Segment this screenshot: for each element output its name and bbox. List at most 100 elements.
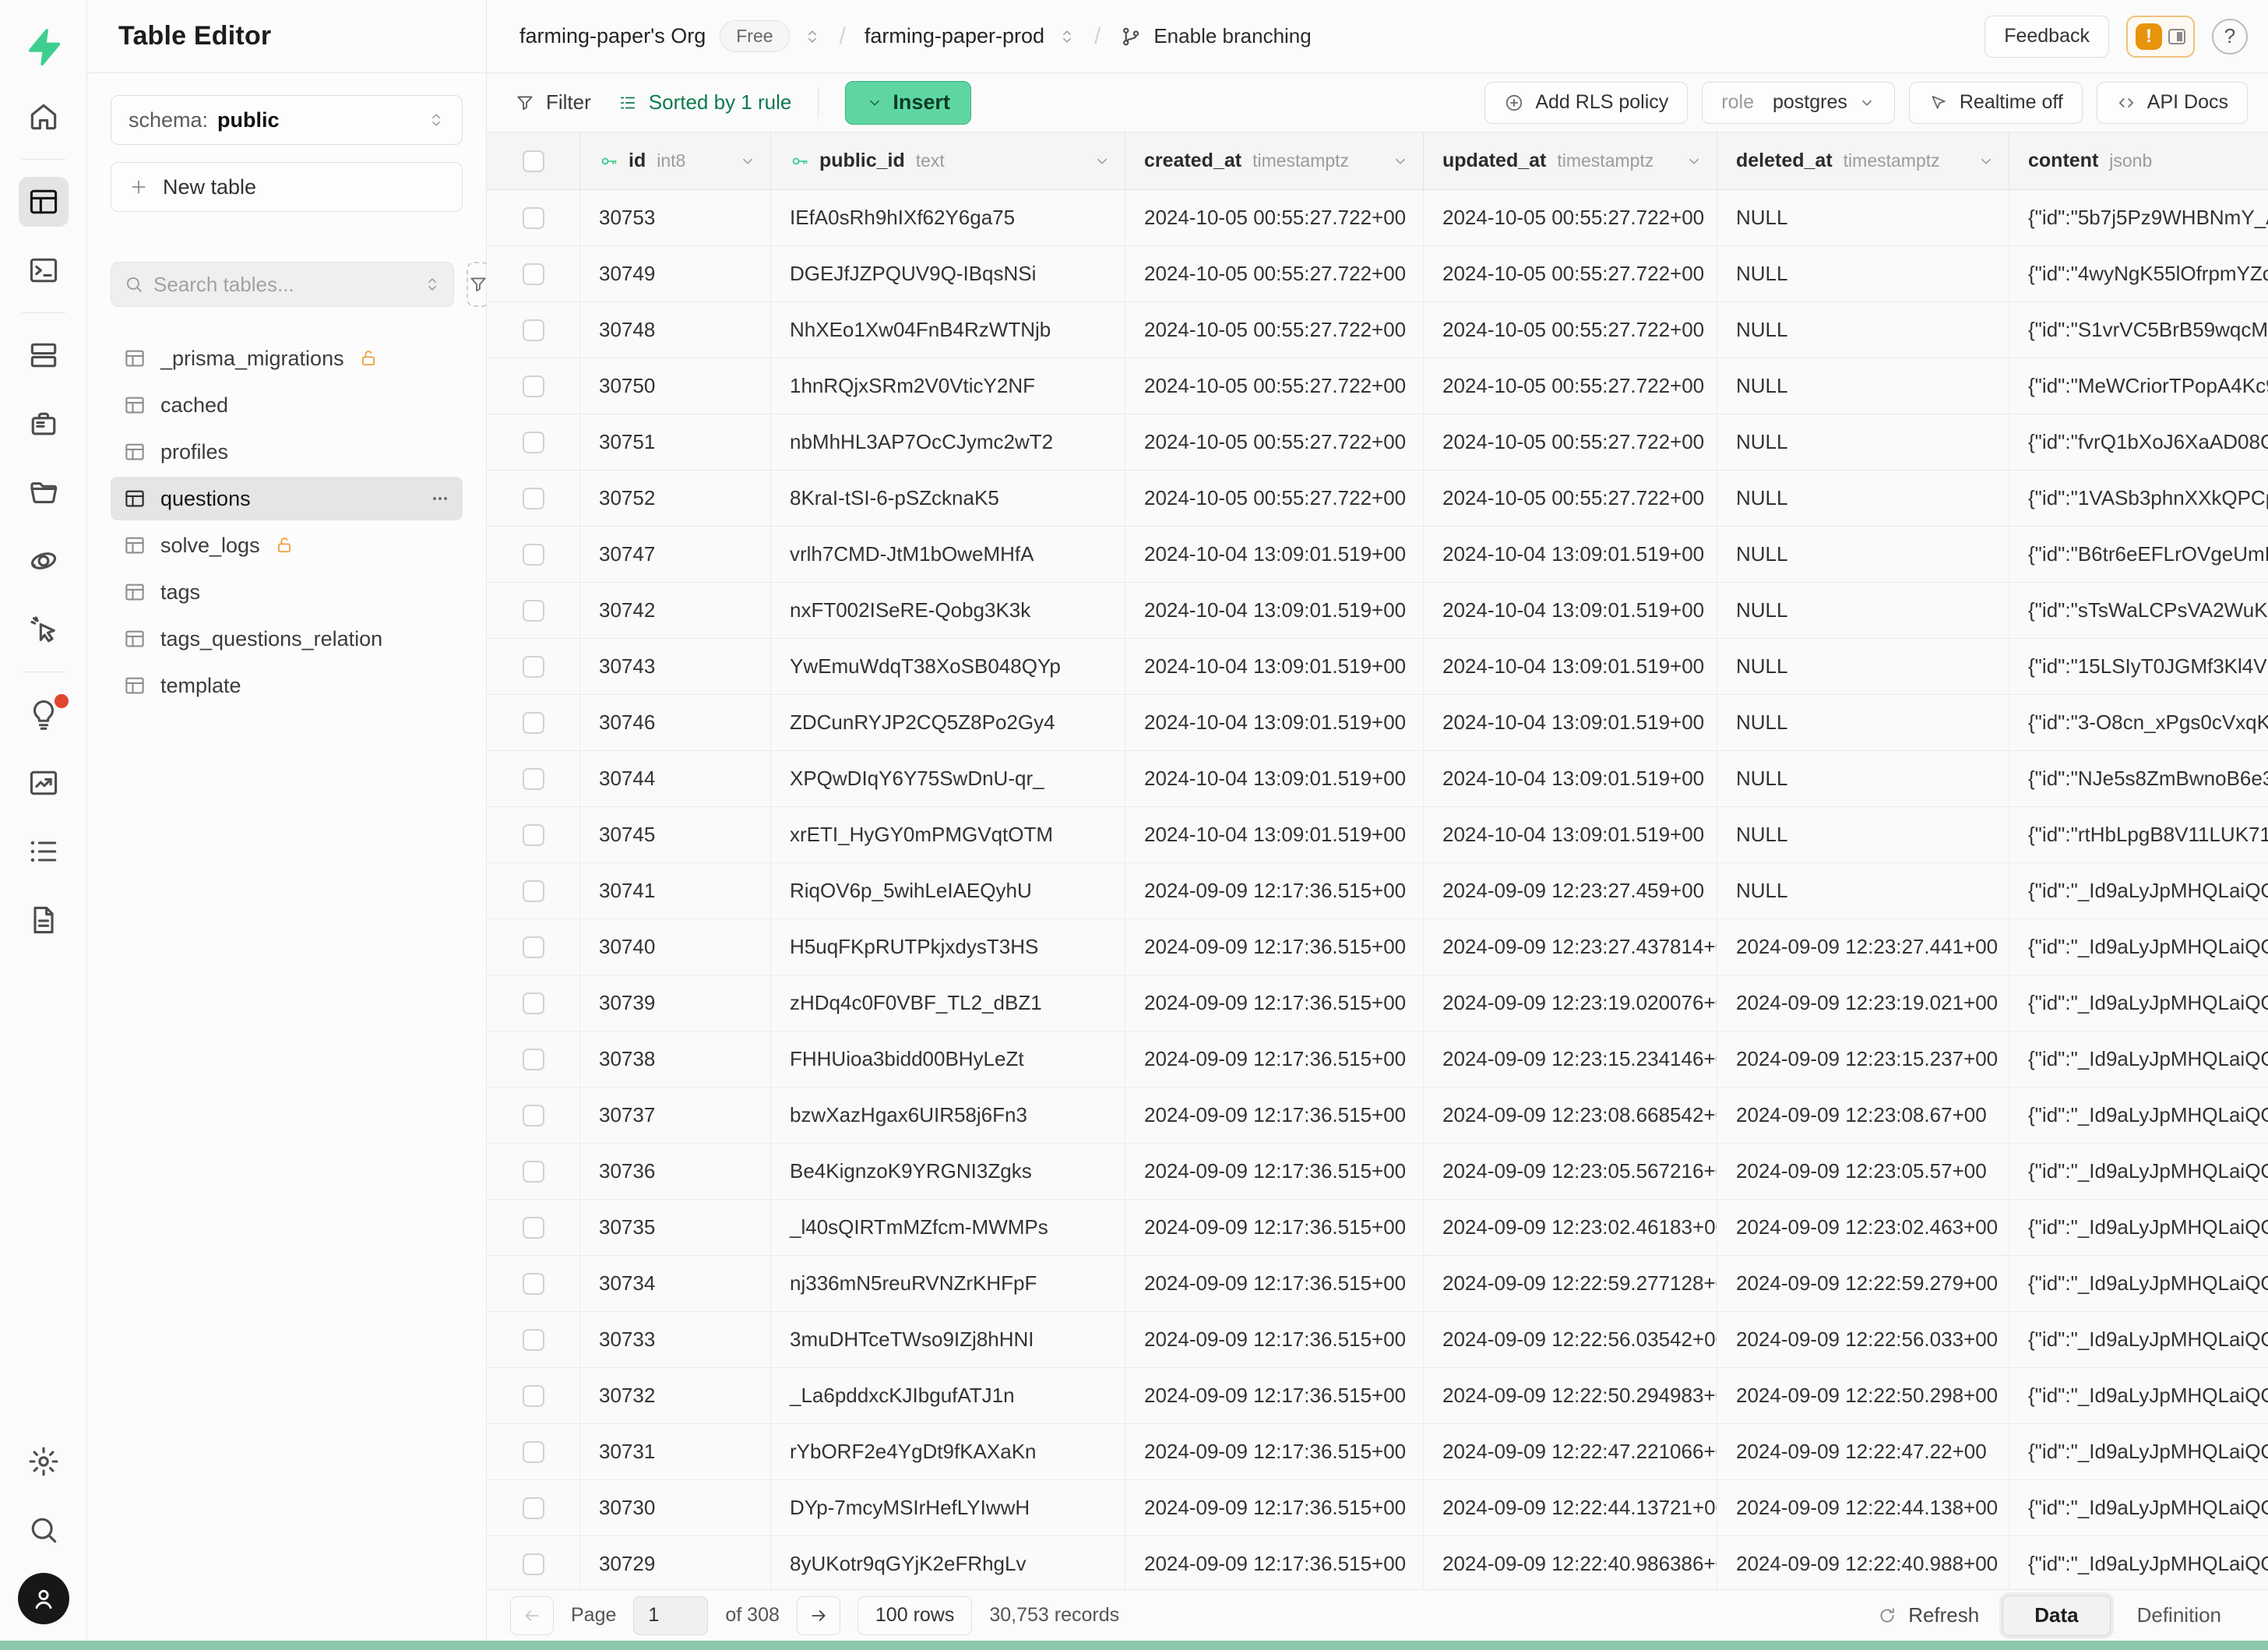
id-cell[interactable]: 30752 — [580, 471, 771, 526]
row-checkbox[interactable] — [523, 488, 544, 509]
row-checkbox[interactable] — [523, 319, 544, 341]
row-checkbox[interactable] — [523, 992, 544, 1014]
realtime-toggle-button[interactable]: Realtime off — [1909, 82, 2083, 124]
row-checkbox[interactable] — [523, 1161, 544, 1183]
chevrons-up-down-icon[interactable] — [1058, 28, 1076, 45]
updated-at-cell[interactable]: 2024-09-09 12:23:27.437814+00 — [1424, 919, 1717, 975]
content-cell[interactable]: {"id":"_Id9aLyJpMHQLaiQG — [2009, 975, 2268, 1031]
content-cell[interactable]: {"id":"_Id9aLyJpMHQLaiQG — [2009, 863, 2268, 918]
nav-advisors-button[interactable] — [0, 595, 87, 664]
created-at-cell[interactable]: 2024-10-04 13:09:01.519+00 — [1125, 695, 1424, 750]
deleted-at-cell[interactable]: 2024-09-09 12:23:15.237+00 — [1717, 1031, 2009, 1087]
id-cell[interactable]: 30746 — [580, 695, 771, 750]
id-cell[interactable]: 30737 — [580, 1088, 771, 1143]
content-cell[interactable]: {"id":"3-O8cn_xPgs0cVxqKE — [2009, 695, 2268, 750]
role-select[interactable]: role postgres — [1702, 82, 1895, 124]
deleted-at-cell[interactable]: 2024-09-09 12:23:08.67+00 — [1717, 1088, 2009, 1143]
id-cell[interactable]: 30739 — [580, 975, 771, 1031]
updated-at-cell[interactable]: 2024-10-05 00:55:27.722+00 — [1424, 246, 1717, 301]
public-id-cell[interactable]: DGEJfJZPQUV9Q-IBqsNSi — [771, 246, 1125, 301]
row-checkbox[interactable] — [523, 1553, 544, 1575]
deleted-at-cell[interactable]: 2024-09-09 12:22:47.22+00 — [1717, 1424, 2009, 1479]
content-cell[interactable]: {"id":"rtHbLpgB8V11LUK7152 — [2009, 807, 2268, 862]
column-header-updated_at[interactable]: updated_attimestamptz — [1424, 132, 1717, 189]
id-cell[interactable]: 30748 — [580, 302, 771, 358]
content-cell[interactable]: {"id":"_Id9aLyJpMHQLaiQG — [2009, 1200, 2268, 1255]
chevron-down-icon[interactable] — [1685, 153, 1703, 170]
id-cell[interactable]: 30738 — [580, 1031, 771, 1087]
next-page-button[interactable] — [797, 1596, 840, 1635]
content-cell[interactable]: {"id":"_Id9aLyJpMHQLaiQG — [2009, 919, 2268, 975]
row-checkbox[interactable] — [523, 936, 544, 958]
updated-at-cell[interactable]: 2024-10-04 13:09:01.519+00 — [1424, 807, 1717, 862]
chevron-down-icon[interactable] — [1094, 153, 1111, 170]
enable-branching-button[interactable]: Enable branching — [1119, 24, 1311, 48]
id-cell[interactable]: 30747 — [580, 527, 771, 582]
public-id-cell[interactable]: NhXEo1Xw04FnB4RzWTNjb — [771, 302, 1125, 358]
prev-page-button[interactable] — [510, 1596, 554, 1635]
public-id-cell[interactable]: IEfA0sRh9hIXf62Y6ga75 — [771, 190, 1125, 245]
content-cell[interactable]: {"id":"1VASb3phnXXkQPCpv — [2009, 471, 2268, 526]
updated-at-cell[interactable]: 2024-10-05 00:55:27.722+00 — [1424, 414, 1717, 470]
row-checkbox[interactable] — [523, 1385, 544, 1407]
chevron-down-icon[interactable] — [1392, 153, 1409, 170]
tab-data[interactable]: Data — [2002, 1595, 2110, 1636]
row-checkbox[interactable] — [523, 375, 544, 397]
column-header-id[interactable]: idint8 — [580, 132, 771, 189]
insert-button[interactable]: Insert — [845, 81, 971, 125]
id-cell[interactable]: 30744 — [580, 751, 771, 806]
content-cell[interactable]: {"id":"_Id9aLyJpMHQLaiQG — [2009, 1312, 2268, 1367]
sidebar-table-questions[interactable]: questions — [111, 477, 463, 520]
content-cell[interactable]: {"id":"_Id9aLyJpMHQLaiQG — [2009, 1368, 2268, 1423]
created-at-cell[interactable]: 2024-10-05 00:55:27.722+00 — [1125, 302, 1424, 358]
deleted-at-cell[interactable]: 2024-09-09 12:22:50.298+00 — [1717, 1368, 2009, 1423]
notifications-button[interactable]: ! — [2126, 16, 2195, 58]
updated-at-cell[interactable]: 2024-09-09 12:22:47.221066+00 — [1424, 1424, 1717, 1479]
created-at-cell[interactable]: 2024-10-05 00:55:27.722+00 — [1125, 471, 1424, 526]
content-cell[interactable]: {"id":"_Id9aLyJpMHQLaiQG — [2009, 1480, 2268, 1535]
created-at-cell[interactable]: 2024-09-09 12:17:36.515+00 — [1125, 1256, 1424, 1311]
public-id-cell[interactable]: _l40sQIRTmMZfcm-MWMPs — [771, 1200, 1125, 1255]
page-number-input[interactable] — [633, 1596, 708, 1635]
row-checkbox[interactable] — [523, 768, 544, 790]
updated-at-cell[interactable]: 2024-09-09 12:23:02.46183+00 — [1424, 1200, 1717, 1255]
nav-logs-button[interactable] — [0, 817, 87, 886]
deleted-at-cell[interactable]: NULL — [1717, 639, 2009, 694]
content-cell[interactable]: {"id":"sTsWaLCPsVA2WuK2 — [2009, 583, 2268, 638]
content-cell[interactable]: {"id":"15LSIyT0JGMf3Kl4Vn — [2009, 639, 2268, 694]
created-at-cell[interactable]: 2024-10-04 13:09:01.519+00 — [1125, 751, 1424, 806]
updated-at-cell[interactable]: 2024-09-09 12:23:27.459+00 — [1424, 863, 1717, 918]
row-checkbox[interactable] — [523, 600, 544, 622]
help-button[interactable]: ? — [2212, 19, 2248, 55]
deleted-at-cell[interactable]: 2024-09-09 12:22:59.279+00 — [1717, 1256, 2009, 1311]
updated-at-cell[interactable]: 2024-10-05 00:55:27.722+00 — [1424, 190, 1717, 245]
updated-at-cell[interactable]: 2024-10-04 13:09:01.519+00 — [1424, 527, 1717, 582]
id-cell[interactable]: 30749 — [580, 246, 771, 301]
deleted-at-cell[interactable]: 2024-09-09 12:23:02.463+00 — [1717, 1200, 2009, 1255]
id-cell[interactable]: 30743 — [580, 639, 771, 694]
content-cell[interactable]: {"id":"S1vrVC5BrB59wqcM4 — [2009, 302, 2268, 358]
content-cell[interactable]: {"id":"_Id9aLyJpMHQLaiQG — [2009, 1144, 2268, 1199]
updated-at-cell[interactable]: 2024-09-09 12:22:59.277128+00 — [1424, 1256, 1717, 1311]
id-cell[interactable]: 30731 — [580, 1424, 771, 1479]
nav-sql-editor-button[interactable] — [0, 236, 87, 305]
row-checkbox[interactable] — [523, 1329, 544, 1351]
nav-home-button[interactable] — [0, 83, 87, 151]
deleted-at-cell[interactable]: NULL — [1717, 863, 2009, 918]
plan-badge[interactable]: Free — [720, 20, 789, 52]
refresh-button[interactable]: Refresh — [1877, 1603, 1979, 1627]
created-at-cell[interactable]: 2024-09-09 12:17:36.515+00 — [1125, 1144, 1424, 1199]
nav-reports-button[interactable] — [0, 749, 87, 817]
public-id-cell[interactable]: bzwXazHgax6UIR58j6Fn3 — [771, 1088, 1125, 1143]
nav-storage-button[interactable] — [0, 458, 87, 527]
content-cell[interactable]: {"id":"fvrQ1bXoJ6XaAD08G — [2009, 414, 2268, 470]
nav-assistant-button[interactable] — [0, 680, 87, 749]
content-cell[interactable]: {"id":"_Id9aLyJpMHQLaiQG — [2009, 1031, 2268, 1087]
public-id-cell[interactable]: 8yUKotr9qGYjK2eFRhgLv — [771, 1536, 1125, 1589]
updated-at-cell[interactable]: 2024-09-09 12:23:08.668542+00 — [1424, 1088, 1717, 1143]
deleted-at-cell[interactable]: 2024-09-09 12:22:40.988+00 — [1717, 1536, 2009, 1589]
public-id-cell[interactable]: ZDCunRYJP2CQ5Z8Po2Gy4 — [771, 695, 1125, 750]
updated-at-cell[interactable]: 2024-10-04 13:09:01.519+00 — [1424, 639, 1717, 694]
created-at-cell[interactable]: 2024-09-09 12:17:36.515+00 — [1125, 1088, 1424, 1143]
id-cell[interactable]: 30751 — [580, 414, 771, 470]
